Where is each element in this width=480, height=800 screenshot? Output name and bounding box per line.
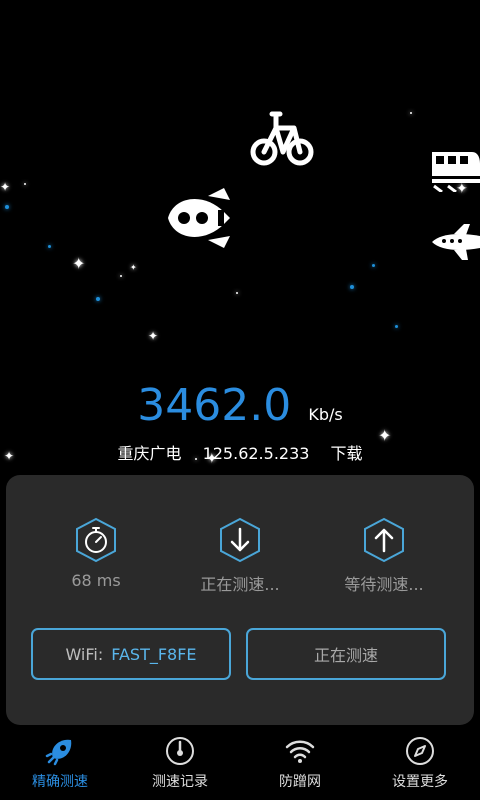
isp-name: 重庆广电 bbox=[117, 444, 182, 463]
nav-item-test-history[interactable]: 测速记录 bbox=[120, 736, 240, 800]
rocket-icon bbox=[168, 188, 230, 248]
sparkle: ✦ bbox=[0, 180, 11, 194]
star bbox=[395, 325, 398, 328]
latency-label: 68 ms bbox=[71, 571, 121, 590]
wifi-icon bbox=[285, 740, 315, 763]
airplane-icon bbox=[432, 224, 480, 260]
star bbox=[350, 285, 354, 289]
nav-label: 设置更多 bbox=[392, 774, 448, 790]
wifi-label: WiFi: bbox=[65, 644, 104, 664]
sparkle: ✦ bbox=[72, 254, 86, 273]
rocket-icon bbox=[45, 739, 72, 766]
sparkle: ✦ bbox=[130, 263, 137, 272]
star bbox=[24, 183, 26, 185]
star bbox=[96, 297, 100, 301]
nav-item-anti-leech[interactable]: 防蹭网 bbox=[240, 736, 360, 800]
compass-icon bbox=[406, 737, 434, 765]
nav-item-settings[interactable]: 设置更多 bbox=[360, 736, 480, 800]
connection-info: 重庆广电 125.62.5.233 下载 bbox=[0, 440, 480, 464]
gauge-icon bbox=[166, 737, 194, 765]
speed-value: 3462.0 bbox=[137, 380, 292, 431]
bottom-nav: 精确测速 测速记录 防蹭网 设置更多 bbox=[0, 736, 480, 800]
star bbox=[120, 275, 122, 277]
speed-readout: 3462.0 Kb/s bbox=[0, 380, 480, 431]
wifi-name: FAST_F8FE bbox=[111, 644, 197, 664]
star bbox=[5, 205, 9, 209]
sparkle: ✦ bbox=[148, 329, 159, 343]
test-phase: 下载 bbox=[330, 444, 363, 463]
upload-label: 等待测速... bbox=[344, 575, 424, 594]
upload-metric: 等待测速... bbox=[306, 517, 462, 595]
nav-label: 测速记录 bbox=[152, 774, 208, 790]
ip-address: 125.62.5.233 bbox=[202, 444, 310, 463]
train-icon bbox=[432, 152, 480, 192]
test-panel: 68 ms 正在测速... 等待测速... WiFi: FAST_F8FE 正在… bbox=[6, 475, 474, 725]
star bbox=[410, 112, 412, 114]
download-label: 正在测速... bbox=[200, 575, 280, 594]
bicycle-icon bbox=[250, 111, 314, 166]
nav-item-precise-test[interactable]: 精确测速 bbox=[0, 736, 120, 800]
stopwatch-icon bbox=[76, 517, 116, 563]
wifi-button[interactable]: WiFi: FAST_F8FE bbox=[31, 628, 231, 680]
test-status-button[interactable]: 正在测速 bbox=[246, 628, 446, 680]
nav-label: 精确测速 bbox=[32, 774, 88, 790]
star bbox=[372, 264, 375, 267]
latency-metric: 68 ms bbox=[18, 517, 174, 590]
star bbox=[48, 245, 51, 248]
nav-label: 防蹭网 bbox=[279, 774, 321, 790]
upload-arrow-icon bbox=[364, 517, 404, 563]
download-arrow-icon bbox=[220, 517, 260, 563]
speed-unit: Kb/s bbox=[308, 405, 343, 424]
star bbox=[236, 292, 238, 294]
download-metric: 正在测速... bbox=[162, 517, 318, 595]
